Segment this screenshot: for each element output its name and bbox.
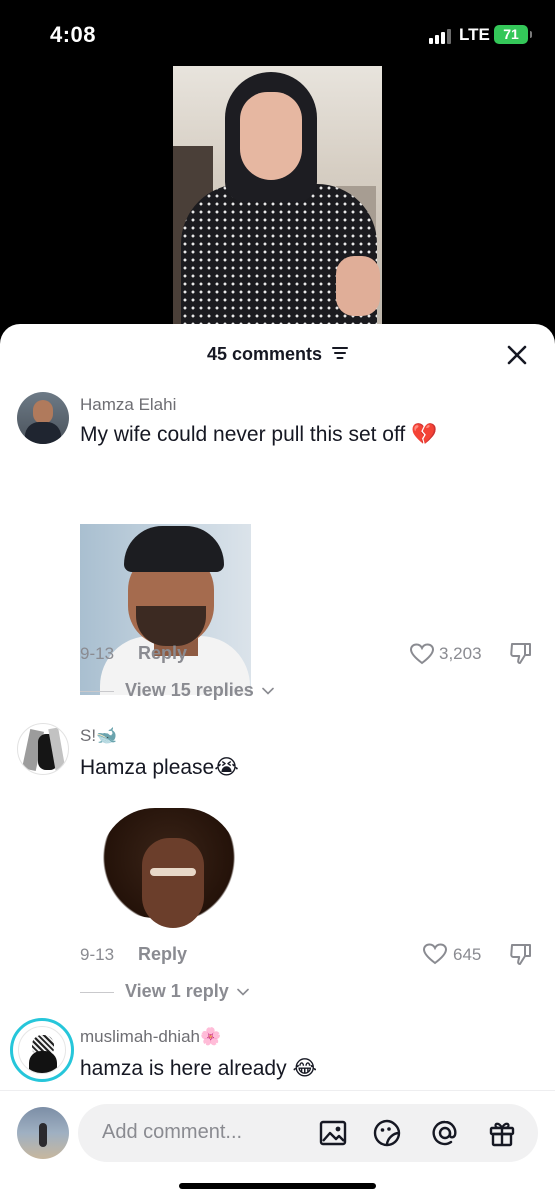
status-bar: 4:08 LTE 71	[0, 0, 555, 68]
reply-button[interactable]: Reply	[138, 643, 187, 664]
view-replies-button[interactable]: View 15 replies	[80, 680, 274, 701]
comment-input[interactable]: Add comment...	[78, 1104, 538, 1162]
clock: 4:08	[50, 22, 97, 47]
comment-date: 9-13	[80, 644, 115, 663]
comment-date: 9-13	[80, 945, 115, 964]
battery-level: 71	[503, 26, 519, 42]
avatar[interactable]	[17, 723, 69, 775]
gift-icon[interactable]	[487, 1118, 517, 1148]
comment-username[interactable]: S!🐋	[80, 726, 117, 746]
view-replies-label: View 1 reply	[125, 981, 229, 1001]
video-player[interactable]	[173, 66, 382, 328]
comments-count[interactable]: 45 comments	[0, 344, 555, 365]
chevron-down-icon	[236, 988, 249, 996]
comment-username[interactable]: muslimah-dhiah🌸	[80, 1027, 221, 1047]
like-count: 3,203	[439, 644, 482, 663]
mention-icon[interactable]	[430, 1118, 460, 1148]
comments-header: 45 comments	[0, 324, 555, 384]
avatar[interactable]	[17, 392, 69, 444]
battery-icon: 71	[494, 25, 532, 44]
close-icon[interactable]	[503, 341, 531, 369]
comment-text: Hamza please😭	[80, 756, 239, 779]
comment-image[interactable]	[80, 524, 251, 695]
dislike-icon[interactable]	[508, 640, 534, 666]
cellular-signal-icon	[429, 28, 455, 44]
comment-input-placeholder: Add comment...	[102, 1121, 243, 1143]
image-icon[interactable]	[318, 1118, 348, 1148]
heart-icon[interactable]	[409, 642, 435, 666]
dislike-icon[interactable]	[508, 941, 534, 967]
heart-icon[interactable]	[422, 942, 448, 966]
view-replies-label: View 15 replies	[125, 680, 254, 700]
sticker-icon[interactable]	[372, 1118, 402, 1148]
comments-count-label: 45 comments	[206, 344, 323, 364]
home-indicator[interactable]	[179, 1183, 376, 1189]
comment-text: My wife could never pull this set off 💔	[80, 423, 438, 446]
reply-button[interactable]: Reply	[138, 944, 187, 965]
view-replies-button[interactable]: View 1 reply	[80, 981, 249, 1002]
comment-username[interactable]: Hamza Elahi	[80, 395, 176, 415]
user-avatar[interactable]	[17, 1107, 69, 1159]
sort-filter-icon[interactable]	[332, 346, 349, 360]
comment-item: Hamza Elahi My wife could never pull thi…	[0, 390, 555, 710]
comment-sticker-image[interactable]	[100, 808, 240, 932]
network-type: LTE	[459, 25, 490, 44]
comments-sheet: 45 comments Hamza Elahi My wife could ne…	[0, 324, 555, 1200]
avatar-story-ring[interactable]	[10, 1018, 74, 1082]
like-count: 645	[453, 945, 482, 964]
comment-input-bar: Add comment...	[0, 1090, 555, 1200]
comment-text: hamza is here already 😂	[80, 1057, 317, 1080]
chevron-down-icon	[261, 687, 274, 695]
